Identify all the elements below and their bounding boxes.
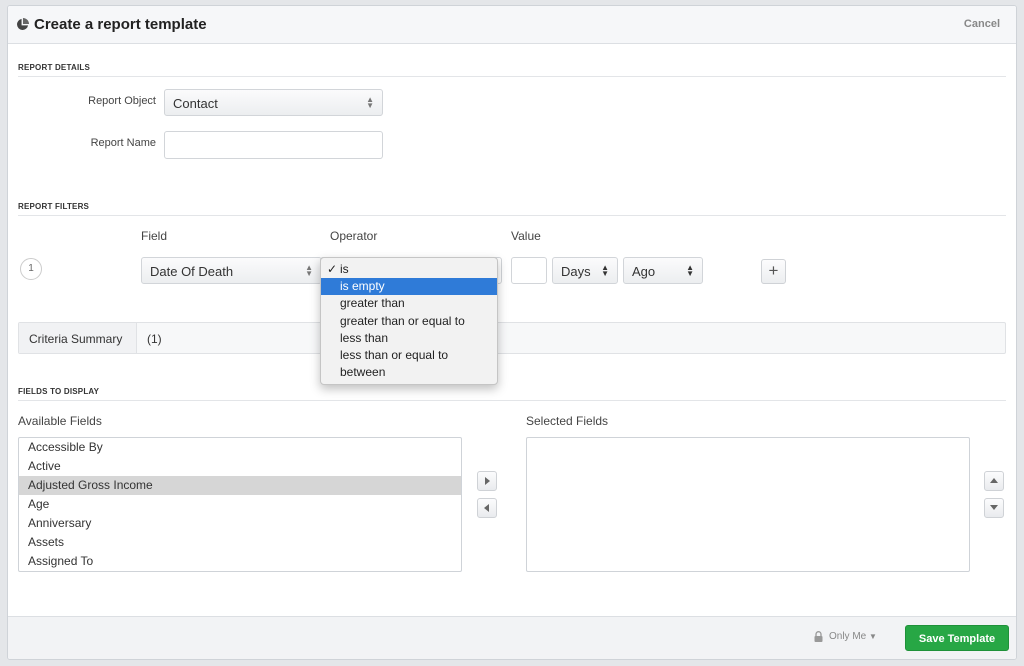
arrow-down-icon [990,505,998,510]
section-label-report-details: REPORT DETAILS [18,63,90,72]
divider [18,215,1006,216]
operator-option[interactable]: greater than or equal to [321,313,497,330]
move-right-button[interactable] [477,471,497,491]
operator-option[interactable]: less than [321,330,497,347]
modal-title: Create a report template [34,16,207,33]
operator-option[interactable]: less than or equal to [321,347,497,364]
checkmark-icon: ✓ [327,262,338,276]
criteria-summary-value: (1) [147,332,162,346]
arrow-up-icon [990,478,998,483]
filter-field-select[interactable]: Date Of Death ▲ ▼ [141,257,322,284]
report-object-select[interactable]: Contact ▲ ▼ [164,89,383,116]
select-arrows-icon: ▲ ▼ [686,263,694,278]
report-name-label: Report Name [90,137,156,149]
column-header-operator: Operator [330,229,378,243]
divider [18,76,1006,77]
visibility-value: Only Me [829,631,867,642]
divider [18,400,1006,401]
create-report-template-modal: Create a report template Cancel REPORT D… [7,5,1017,660]
visibility-dropdown[interactable]: Only Me ▼ [829,631,877,642]
operator-dropdown-menu: ✓ is is empty greater than greater than … [320,257,498,385]
report-name-input[interactable] [164,131,383,159]
selected-fields-list[interactable] [526,437,970,572]
cancel-button[interactable]: Cancel [964,18,1000,30]
filter-unit-value: Days [561,264,591,279]
operator-option[interactable]: is empty [321,278,497,296]
move-down-button[interactable] [984,498,1004,518]
list-item[interactable]: Active [19,457,461,476]
report-object-label: Report Object [88,95,156,107]
modal-header: Create a report template Cancel [8,6,1016,44]
filter-direction-select[interactable]: Ago ▲ ▼ [623,257,703,284]
available-fields-label: Available Fields [18,414,102,428]
move-up-button[interactable] [984,471,1004,491]
save-template-button[interactable]: Save Template [905,625,1009,651]
lock-icon [814,631,823,642]
list-item[interactable]: Accessible By [19,438,461,457]
select-arrows-icon: ▲ ▼ [305,263,313,278]
operator-option[interactable]: ✓ is [321,261,497,278]
list-item[interactable]: Adjusted Gross Income [19,476,461,495]
column-header-value: Value [511,229,541,243]
column-header-field: Field [141,229,168,243]
operator-option[interactable]: greater than [321,295,497,312]
filter-field-value: Date Of Death [150,264,234,279]
select-arrows-icon: ▲ ▼ [366,95,374,110]
available-fields-list[interactable]: Accessible By Active Adjusted Gross Inco… [18,437,462,572]
filter-value-input[interactable] [511,257,547,284]
filter-unit-select[interactable]: Days ▲ ▼ [552,257,618,284]
criteria-summary: Criteria Summary (1) [18,322,1006,354]
selected-fields-label: Selected Fields [526,414,609,428]
operator-option[interactable]: between [321,364,497,381]
arrow-left-icon [484,504,489,512]
select-arrows-icon: ▲ ▼ [601,263,609,278]
list-item[interactable]: Age [19,495,461,514]
move-left-button[interactable] [477,498,497,518]
section-label-fields-to-display: FIELDS TO DISPLAY [18,387,100,396]
list-item[interactable]: Assets [19,533,461,552]
filter-direction-value: Ago [632,264,656,279]
caret-down-icon: ▼ [869,632,877,641]
list-item[interactable]: Anniversary [19,514,461,533]
modal-footer: Only Me ▼ Save Template [8,616,1016,659]
pie-chart-icon [17,18,29,30]
filter-row-number: 1 [20,258,42,280]
plus-icon: + [768,261,779,280]
criteria-summary-label: Criteria Summary [19,323,137,353]
report-object-value: Contact [173,96,218,111]
add-filter-button[interactable]: + [761,259,786,284]
list-item[interactable]: Assigned To [19,552,461,571]
section-label-report-filters: REPORT FILTERS [18,202,90,211]
arrow-right-icon [485,477,490,485]
